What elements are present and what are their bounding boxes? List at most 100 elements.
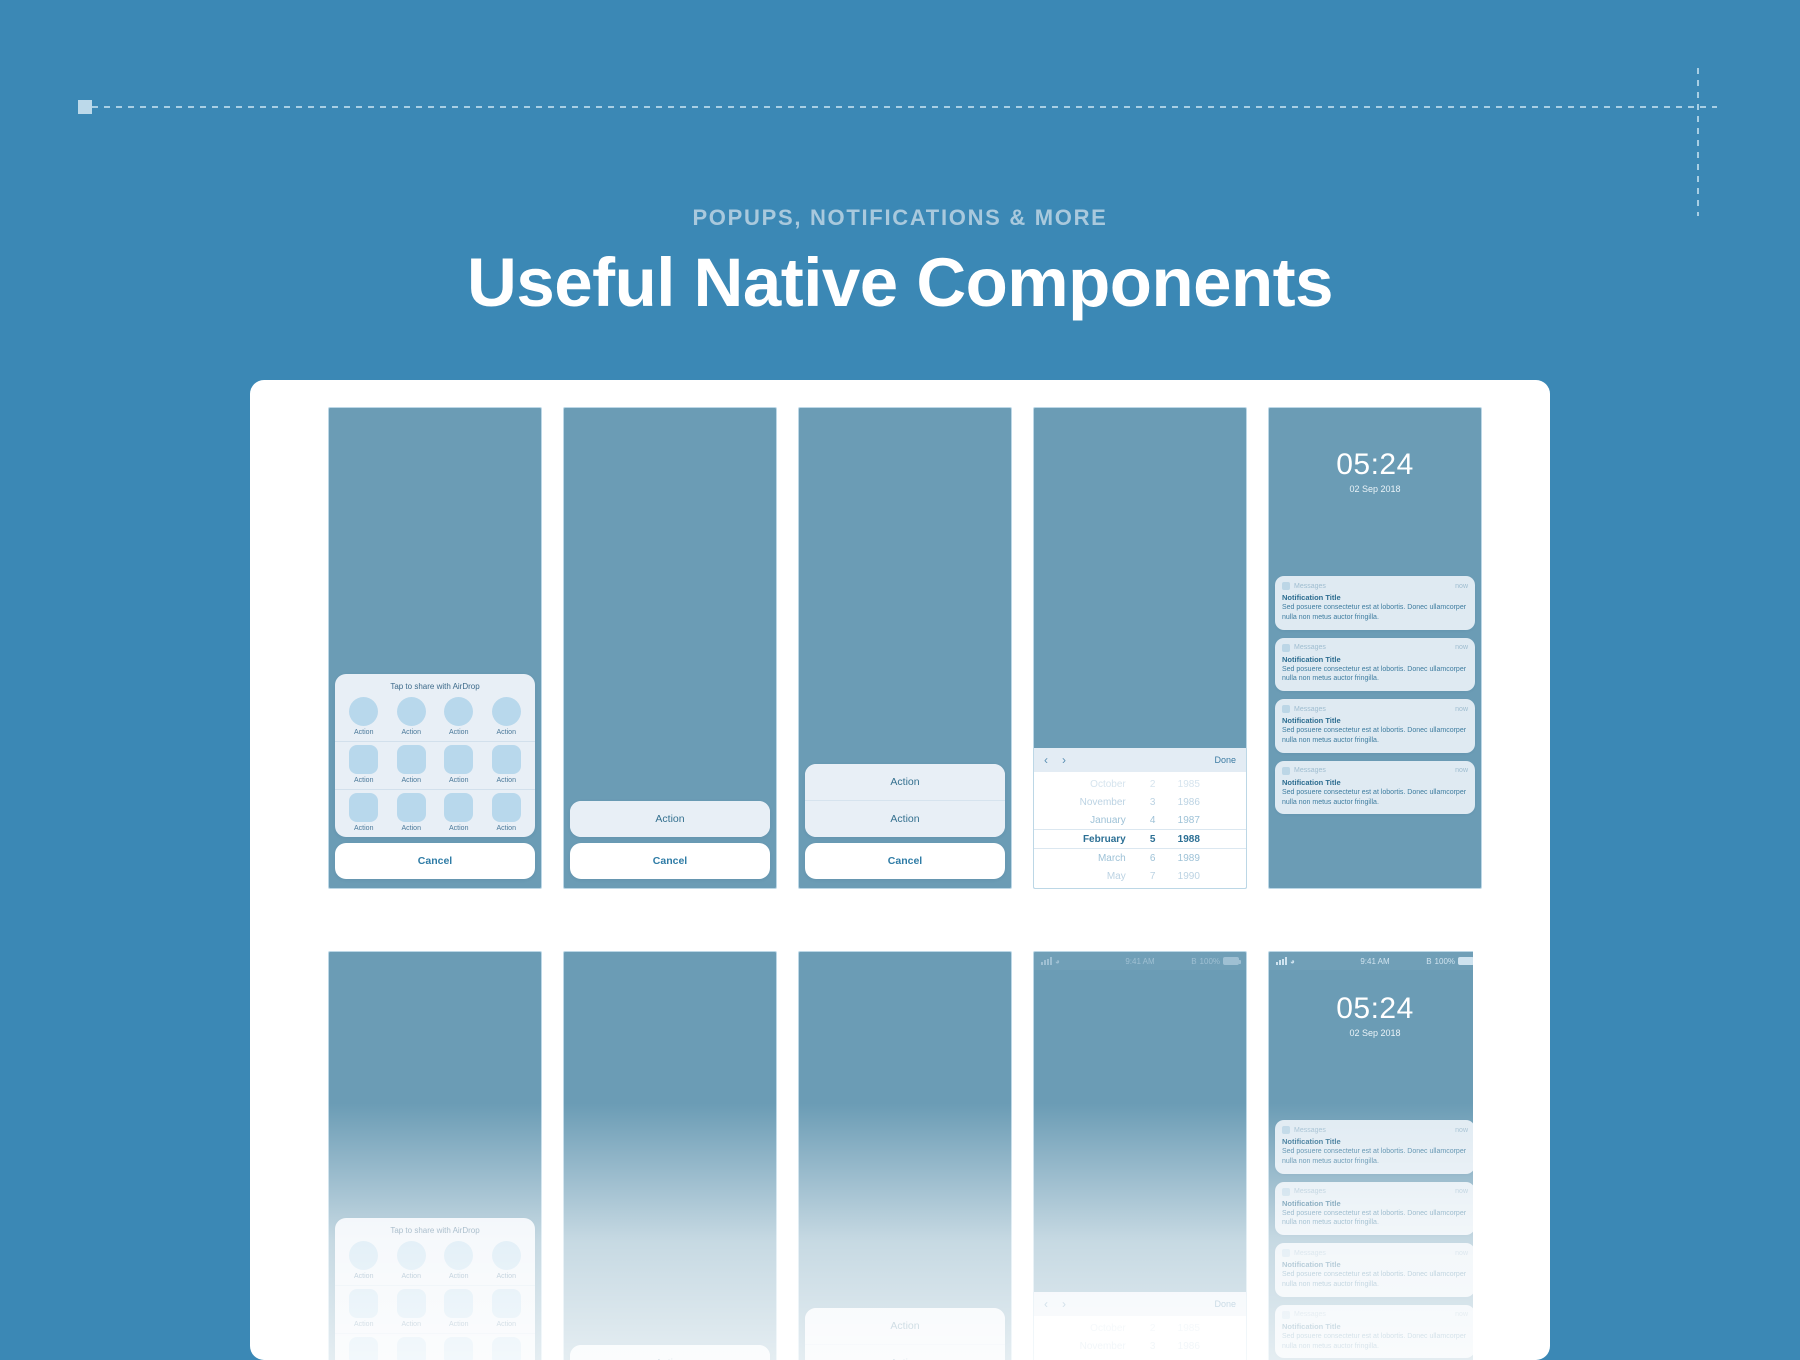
action-row[interactable]: Action [805, 764, 1005, 800]
share-app[interactable]: Action [343, 745, 385, 784]
share-action[interactable]: Action [485, 1337, 527, 1360]
month-value: October [1090, 1322, 1126, 1334]
share-target[interactable]: Action [390, 697, 432, 736]
guide-handle[interactable] [78, 100, 92, 114]
date-picker-row[interactable]: March 6 1989 [1034, 849, 1246, 867]
cancel-button[interactable]: Cancel [805, 843, 1005, 879]
notification-card[interactable]: Messages now Notification Title Sed posue… [1275, 1181, 1473, 1236]
done-button[interactable]: Done [1214, 1299, 1236, 1309]
chevron-left-icon[interactable]: ‹ [1044, 753, 1048, 767]
share-target[interactable]: Action [485, 697, 527, 736]
share-action[interactable]: Action [390, 1337, 432, 1360]
share-app[interactable]: Action [438, 1289, 480, 1328]
share-action[interactable]: Action [438, 793, 480, 832]
share-target[interactable]: Action [438, 697, 480, 736]
chevron-left-icon[interactable]: ‹ [1044, 1297, 1048, 1311]
notification-body: Sed posuere consectetur est at lobortis.… [1282, 604, 1467, 621]
share-target-label: Action [401, 729, 421, 736]
date-picker-wheel[interactable]: October21985 November31986 January41987 … [1034, 772, 1246, 888]
notification-card[interactable]: Messages now Notification Title Sed posue… [1275, 637, 1475, 692]
share-app[interactable]: Action [438, 745, 480, 784]
app-badge-icon [1282, 582, 1290, 590]
notification-title: Notification Title [1282, 1198, 1341, 1208]
date-picker-row[interactable]: October 2 1985 [1034, 1319, 1246, 1337]
share-sheet: Tap to share with AirDrop Action Action … [335, 1218, 535, 1360]
action-row[interactable]: Action [570, 1345, 770, 1360]
contact-avatar-icon [444, 1241, 474, 1270]
app-icon [349, 1289, 379, 1318]
share-action[interactable]: Action [343, 1337, 385, 1360]
notification-card[interactable]: Messages now Notification Title Sed posue… [1275, 576, 1475, 630]
date-picker-row[interactable]: May 7 1990 [1034, 867, 1246, 885]
notification-stack: Messages now Notification Title Sed posue… [1275, 576, 1475, 822]
page-title: Useful Native Components [467, 244, 1333, 321]
share-target[interactable]: Action [343, 1241, 385, 1280]
date-picker-row[interactable]: October 2 1985 [1034, 775, 1246, 793]
action-icon [444, 793, 474, 822]
day-value: 7 [1149, 870, 1156, 882]
chevron-right-icon[interactable]: › [1062, 1297, 1066, 1311]
notification-title: Notification Title [1282, 593, 1341, 602]
bluetooth-icon: B [1191, 956, 1197, 966]
share-target[interactable]: Action [390, 1241, 432, 1280]
year-value: 1986 [1177, 796, 1200, 808]
action-row[interactable]: Action [805, 1344, 1005, 1360]
contact-avatar-icon [491, 697, 521, 726]
date-picker-row[interactable]: January41987 [1034, 811, 1246, 829]
action-row[interactable]: Action [805, 1308, 1005, 1344]
month-value: March [1097, 852, 1126, 864]
notification-time: now [1455, 1188, 1468, 1196]
cancel-button[interactable]: Cancel [335, 843, 535, 879]
share-app[interactable]: Action [390, 1289, 432, 1328]
share-app[interactable]: Action [485, 1289, 527, 1328]
notification-card[interactable]: Messages now Notification Title Sed posue… [1275, 1304, 1473, 1359]
notification-app: Messages [1294, 767, 1326, 775]
share-target[interactable]: Action [485, 1241, 527, 1280]
share-target[interactable]: Action [438, 1241, 480, 1280]
share-app[interactable]: Action [343, 1289, 385, 1328]
share-app[interactable]: Action [390, 745, 432, 784]
share-app[interactable]: Action [485, 745, 527, 784]
action-icon [349, 793, 379, 822]
notification-card[interactable]: Messages now Notification Title Sed posue… [1275, 1120, 1473, 1174]
action-sheet-double: Action Action Cancel [805, 1308, 1005, 1360]
cancel-button[interactable]: Cancel [570, 843, 770, 879]
app-badge-icon [1282, 1310, 1290, 1319]
share-target-label: Action [401, 1273, 421, 1280]
app-badge-icon [1282, 766, 1290, 775]
action-row[interactable]: Action [570, 801, 770, 837]
year-value: 1987 [1177, 814, 1200, 826]
done-button[interactable]: Done [1214, 755, 1236, 765]
action-sheet-group: Action [570, 801, 770, 837]
bluetooth-icon: B [1426, 956, 1432, 966]
share-action[interactable]: Action [343, 793, 385, 832]
date-picker-row-selected[interactable]: February 5 1988 [1034, 829, 1246, 849]
share-target[interactable]: Action [343, 697, 385, 736]
app-badge-icon [1282, 643, 1290, 652]
day-value: 6 [1149, 852, 1156, 864]
date-picker-row[interactable]: November 3 1986 [1034, 793, 1246, 811]
date-picker-wheel[interactable]: October21985 November31986 January41987 … [1034, 1316, 1246, 1360]
action-sheet-group: Action Action [805, 764, 1005, 837]
notification-body: Sed posuere consectetur est at lobortis.… [1282, 1209, 1467, 1227]
chevron-right-icon[interactable]: › [1062, 753, 1066, 767]
share-action[interactable]: Action [438, 1337, 480, 1360]
date-picker-row[interactable]: November 3 1986 [1034, 1337, 1246, 1355]
share-band-contacts: Action Action Action Action [335, 1238, 535, 1285]
notification-card[interactable]: Messages now Notification Title Sed posue… [1275, 1243, 1473, 1297]
signal-bars-icon [1041, 957, 1052, 965]
action-row[interactable]: Action [805, 800, 1005, 837]
action-sheet-double: Action Action Cancel [805, 764, 1005, 879]
share-action[interactable]: Action [485, 793, 527, 832]
action-icon [349, 1337, 379, 1360]
share-action[interactable]: Action [390, 793, 432, 832]
notification-card[interactable]: Messages now Notification Title Sed posue… [1275, 699, 1475, 753]
date-picker-row[interactable]: January41987 [1034, 1355, 1246, 1360]
share-sheet-group: Tap to share with AirDrop Action Action … [335, 1218, 535, 1360]
date-picker-row[interactable]: Jun81991 [1034, 885, 1246, 888]
share-band-actions: Action Action Action Action [335, 1333, 535, 1360]
status-time: 9:41 AM [1125, 956, 1155, 966]
notification-card[interactable]: Messages now Notification Title Sed posue… [1275, 760, 1475, 815]
app-icon [349, 745, 379, 774]
signal-bars-icon [1276, 957, 1287, 965]
